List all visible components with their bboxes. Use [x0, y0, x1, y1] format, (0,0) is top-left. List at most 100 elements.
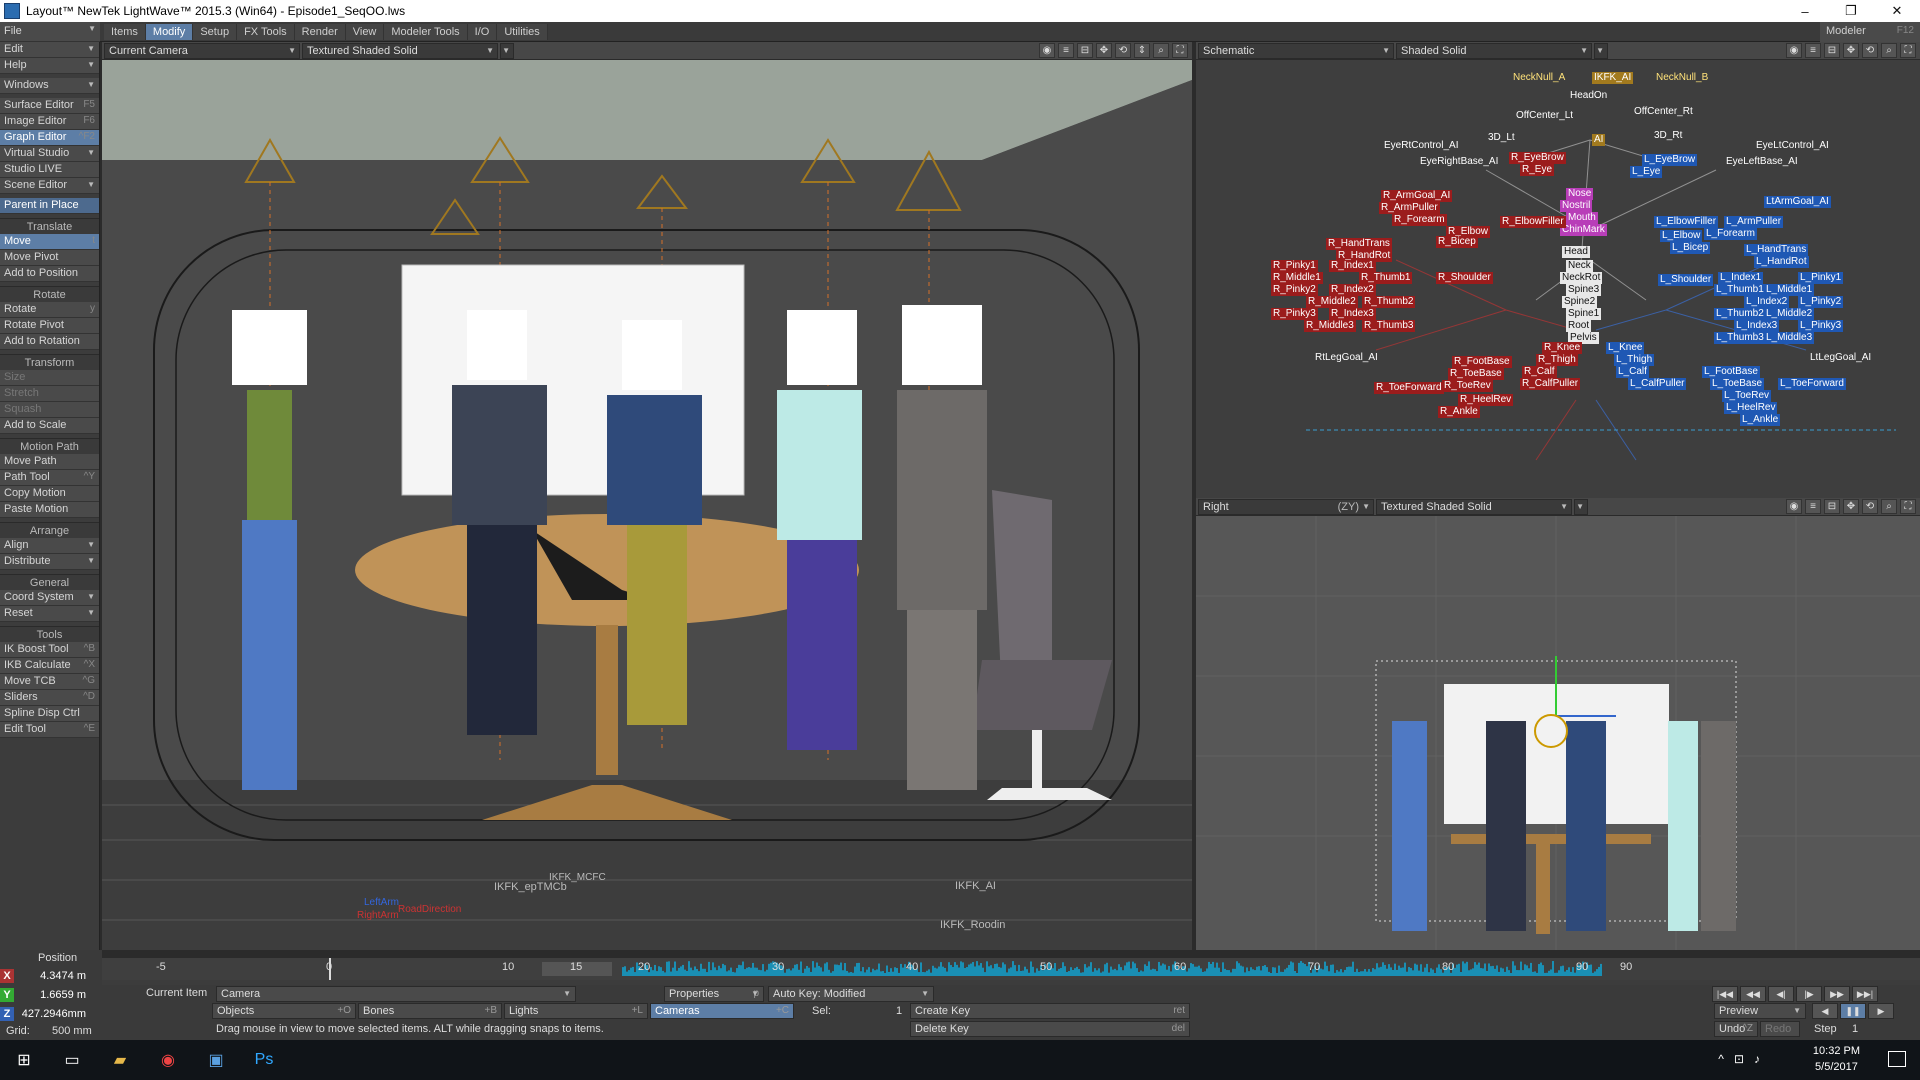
tab-utilities[interactable]: Utilities [497, 24, 548, 40]
tab-fx-tools[interactable]: FX Tools [237, 24, 295, 40]
schematic-node-r-shoulder[interactable]: R_Shoulder [1436, 272, 1493, 284]
layers-icon[interactable]: ⊟ [1824, 43, 1840, 58]
parent-in-place-toggle[interactable]: Parent in Place [0, 198, 99, 214]
schematic-node-ltarmgoal-ai[interactable]: LtArmGoal_AI [1764, 196, 1831, 208]
redo-button[interactable]: Redo [1760, 1021, 1800, 1037]
schematic-node-l-thumb3[interactable]: L_Thumb3 [1714, 332, 1766, 344]
modeler-button[interactable]: Modeler F12 [1820, 22, 1920, 42]
schematic-node-l-index2[interactable]: L_Index2 [1744, 296, 1790, 308]
schematic-node-offcenter-lt[interactable]: OffCenter_Lt [1514, 110, 1575, 122]
clock[interactable]: 10:32 PM 5/5/2017 [1813, 1043, 1860, 1075]
tab-modify[interactable]: Modify [145, 24, 194, 40]
position-y-value[interactable]: 1.6659 m [14, 989, 92, 1001]
camera-icon[interactable]: ◉ [1039, 43, 1055, 58]
list-icon[interactable]: ≡ [1805, 43, 1821, 58]
copy-motion-button[interactable]: Copy Motion [0, 486, 99, 502]
tray-chevron-icon[interactable]: ^ [1718, 1052, 1734, 1066]
schematic-node-l-pinky2[interactable]: L_Pinky2 [1798, 296, 1844, 308]
schematic-node-3d-lt[interactable]: 3D_Lt [1486, 132, 1517, 144]
move-view-icon[interactable]: ✥ [1843, 43, 1859, 58]
right-viewport-options[interactable] [1574, 498, 1588, 515]
previous-frame-button[interactable]: ◀| [1768, 986, 1794, 1002]
schematic-node-l-elbowfiller[interactable]: L_ElbowFiller [1654, 216, 1719, 228]
undo-button[interactable]: Undo ^Z [1714, 1021, 1758, 1037]
go-to-end-button[interactable]: ▶▶| [1852, 986, 1878, 1002]
schematic-node-nose[interactable]: Nose [1566, 188, 1594, 200]
camera-shading-select[interactable]: Textured Shaded Solid [302, 42, 498, 59]
schematic-node-l-handrot[interactable]: L_HandRot [1754, 256, 1809, 268]
right-view-select[interactable]: Right (ZY) [1198, 498, 1374, 515]
camera-viewport[interactable]: IKFK_epTMCb IKFK_AI IKFK_Roodin IKFK_MCF… [102, 60, 1192, 950]
schematic-node-r-toerev[interactable]: R_ToeRev [1442, 380, 1493, 392]
reset-button[interactable]: Reset [0, 606, 99, 622]
properties-button[interactable]: Properties p [664, 986, 764, 1002]
rotate-button[interactable]: Rotate y [0, 302, 99, 318]
schematic-node-r-handtrans[interactable]: R_HandTrans [1326, 238, 1392, 250]
image-editor-button[interactable]: Image Editor F6 [0, 114, 99, 130]
zoom-icon[interactable]: ⌕ [1881, 43, 1897, 58]
schematic-node-spine3[interactable]: Spine3 [1566, 284, 1602, 296]
layers-icon[interactable]: ⊟ [1077, 43, 1093, 58]
schematic-node-r-pinky2[interactable]: R_Pinky2 [1271, 284, 1318, 296]
schematic-node-ltleggoal-ai[interactable]: LtLegGoal_AI [1808, 352, 1873, 364]
coord-system-button[interactable]: Coord System [0, 590, 99, 606]
schematic-node-l-index1[interactable]: L_Index1 [1718, 272, 1764, 284]
schematic-node-l-elbow[interactable]: L_Elbow [1660, 230, 1703, 242]
schematic-node-neck[interactable]: Neck [1566, 260, 1593, 272]
schematic-node-r-eye[interactable]: R_Eye [1520, 164, 1555, 176]
edit-button[interactable]: Edit [0, 42, 99, 58]
schematic-node-l-pinky1[interactable]: L_Pinky1 [1798, 272, 1844, 284]
zoom-icon[interactable]: ⌕ [1153, 43, 1169, 58]
schematic-node-l-ankle[interactable]: L_Ankle [1740, 414, 1781, 426]
close-button[interactable]: ✕ [1874, 0, 1920, 22]
maximize-button[interactable]: ❐ [1828, 0, 1874, 22]
schematic-node-r-heelrev[interactable]: R_HeelRev [1458, 394, 1514, 406]
current-item-select[interactable]: Camera [216, 986, 576, 1002]
zoom-icon[interactable]: ⌕ [1881, 499, 1897, 514]
move-pivot-button[interactable]: Move Pivot [0, 250, 99, 266]
schematic-node-r-calf[interactable]: R_Calf [1522, 366, 1557, 378]
schematic-node-r-middle1[interactable]: R_Middle1 [1271, 272, 1323, 284]
schematic-node-l-toerev[interactable]: L_ToeRev [1722, 390, 1772, 402]
schematic-node-eyeltcontrol-ai[interactable]: EyeLtControl_AI [1754, 140, 1831, 152]
maximize-viewport-icon[interactable]: ⛶ [1900, 43, 1916, 58]
schematic-node-l-knee[interactable]: L_Knee [1606, 342, 1645, 354]
schematic-node-r-thumb1[interactable]: R_Thumb1 [1359, 272, 1413, 284]
bones-button[interactable]: Bones +B [358, 1003, 502, 1019]
tab-modeler-tools[interactable]: Modeler Tools [384, 24, 468, 40]
schematic-node-eyeleftbase-ai[interactable]: EyeLeftBase_AI [1724, 156, 1800, 168]
tab-render[interactable]: Render [294, 24, 346, 40]
schematic-node-l-middle2[interactable]: L_Middle2 [1764, 308, 1815, 320]
next-key-button[interactable]: ▶▶ [1824, 986, 1850, 1002]
schematic-node-l-thumb1[interactable]: L_Thumb1 [1714, 284, 1766, 296]
lights-button[interactable]: Lights +L [504, 1003, 648, 1019]
move-view-icon[interactable]: ✥ [1843, 499, 1859, 514]
layers-icon[interactable]: ⊟ [1824, 499, 1840, 514]
schematic-node-eyerightbase-ai[interactable]: EyeRightBase_AI [1418, 156, 1500, 168]
help-button[interactable]: Help [0, 58, 99, 74]
right-viewport[interactable] [1196, 516, 1920, 950]
schematic-node-spine1[interactable]: Spine1 [1566, 308, 1602, 320]
schematic-node-l-bicep[interactable]: L_Bicep [1670, 242, 1711, 254]
ikb-calculate-button[interactable]: IKB Calculate ^X [0, 658, 99, 674]
schematic-node-l-heelrev[interactable]: L_HeelRev [1724, 402, 1778, 414]
camera-viewport-options[interactable] [500, 42, 514, 59]
tab-setup[interactable]: Setup [193, 24, 238, 40]
cameras-button[interactable]: Cameras +C [650, 1003, 794, 1019]
go-to-start-button[interactable]: |◀◀ [1712, 986, 1738, 1002]
schematic-node-l-calfpuller[interactable]: L_CalfPuller [1628, 378, 1687, 390]
notifications-icon[interactable] [1888, 1051, 1906, 1067]
squash-button[interactable]: Squash [0, 402, 99, 418]
step-value[interactable]: 1 [1852, 1023, 1858, 1035]
schematic-node-l-index3[interactable]: L_Index3 [1734, 320, 1780, 332]
task-view-icon[interactable]: ▭ [48, 1040, 96, 1080]
windows-start-icon[interactable]: ⊞ [0, 1040, 48, 1080]
schematic-node-r-thigh[interactable]: R_Thigh [1536, 354, 1578, 366]
maximize-viewport-icon[interactable]: ⛶ [1172, 43, 1188, 58]
tab-i-o[interactable]: I/O [467, 24, 498, 40]
schematic-node-r-calfpuller[interactable]: R_CalfPuller [1520, 378, 1581, 390]
camera-icon[interactable]: ◉ [1786, 499, 1802, 514]
spline-disp-ctrl-button[interactable]: Spline Disp Ctrl [0, 706, 99, 722]
edit-tool-button[interactable]: Edit Tool ^E [0, 722, 99, 738]
move-path-button[interactable]: Move Path [0, 454, 99, 470]
